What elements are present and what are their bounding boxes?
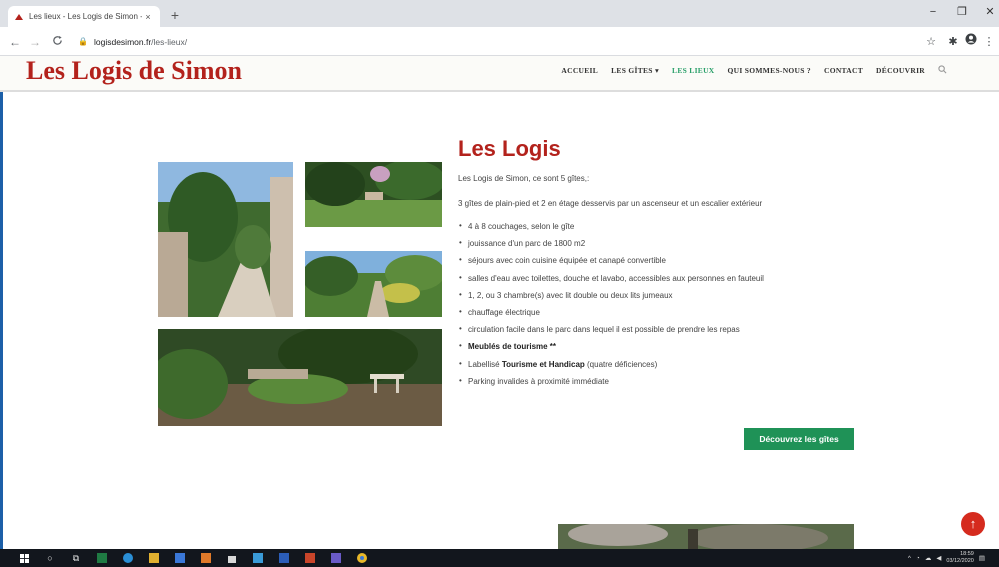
list-item: circulation facile dans le parc dans leq…: [458, 324, 858, 334]
tab-close-icon[interactable]: ×: [142, 12, 154, 22]
clock[interactable]: 18:59 03/12/2020: [946, 551, 974, 565]
meubles-tourisme-label: Meublés de tourisme **: [468, 342, 557, 352]
site-logo[interactable]: Les Logis de Simon: [26, 56, 242, 86]
site-header: Les Logis de Simon ACCUEIL LES GÎTES ▾ L…: [0, 56, 999, 92]
list-item: 1, 2, ou 3 chambre(s) avec lit double ou…: [458, 290, 858, 300]
close-window-button[interactable]: ✕: [978, 2, 999, 22]
word-app-icon[interactable]: [274, 551, 294, 565]
label-suffix: (quatre déficiences): [584, 359, 658, 369]
photo-garden-preview: [558, 524, 854, 549]
tab-title: Les lieux - Les Logis de Simon - L: [29, 12, 142, 21]
file-explorer-icon[interactable]: [144, 551, 164, 565]
back-arrow-icon[interactable]: ←: [6, 33, 24, 51]
url-host: logisdesimon.fr: [94, 36, 152, 47]
search-icon[interactable]: [938, 65, 947, 76]
volume-icon[interactable]: ◀: [936, 554, 941, 562]
new-tab-button[interactable]: +: [166, 6, 184, 24]
notifications-icon[interactable]: ▤: [979, 554, 985, 562]
lock-icon: 🔒: [78, 37, 88, 46]
profile-avatar-icon[interactable]: [962, 33, 980, 51]
list-item: salles d'eau avec toilettes, douche et l…: [458, 273, 858, 283]
lock-app-icon[interactable]: [222, 551, 242, 565]
list-item: Meublés de tourisme **: [458, 341, 858, 352]
photo-garden-alley: [305, 251, 442, 317]
page-left-edge: [0, 92, 3, 549]
list-item: jouissance d'un parc de 1800 m2: [458, 238, 858, 248]
powerpoint-app-icon[interactable]: [300, 551, 320, 565]
windows-start-icon[interactable]: [14, 551, 34, 565]
nav-les-lieux[interactable]: LES LIEUX: [672, 66, 715, 76]
photo-garden-path: [158, 162, 293, 317]
teams-app-icon[interactable]: [326, 551, 346, 565]
label-prefix: Labellisé: [468, 359, 502, 369]
list-item: Parking invalides à proximité immédiate: [458, 376, 858, 386]
reload-icon[interactable]: [48, 33, 66, 51]
network-icon[interactable]: ◔: [916, 555, 920, 562]
excel-app-icon[interactable]: [92, 551, 112, 565]
site-favicon-icon: [14, 12, 24, 22]
list-item: Labellisé Tourisme et Handicap (quatre d…: [458, 359, 858, 369]
bookmark-star-icon[interactable]: ☆: [922, 33, 940, 51]
photo-garden-picnic-tables: [158, 329, 442, 426]
photo-garden-lawn: [305, 162, 442, 227]
url-path: /les-lieux/: [151, 36, 188, 47]
nav-qui-sommes-nous[interactable]: QUI SOMMES-NOUS ?: [728, 66, 811, 76]
photos-app-icon[interactable]: [248, 551, 268, 565]
extensions-puzzle-icon[interactable]: ✱: [944, 33, 962, 51]
chrome-app-icon[interactable]: [352, 551, 372, 565]
browser-toolbar: ← → 🔒 logisdesimon.fr/les-lieux/ ☆ ✱ ⋮: [0, 27, 999, 56]
nav-contact[interactable]: CONTACT: [824, 66, 863, 76]
page-heading: Les Logis: [458, 136, 561, 161]
store-app-icon[interactable]: [170, 551, 190, 565]
minimize-button[interactable]: −: [921, 2, 945, 22]
cloud-icon[interactable]: ☁: [925, 554, 932, 562]
clock-time: 18:59: [960, 551, 974, 557]
tourisme-handicap-label: Tourisme et Handicap: [501, 359, 585, 369]
windows-taskbar: ○ ⧉ ^ ◔ ☁ ◀ 18:59 03/12/2020 ▤: [0, 549, 999, 567]
nav-decouvrir[interactable]: DÉCOUVRIR: [876, 66, 925, 76]
list-item: chauffage électrique: [458, 307, 858, 317]
app-icon-orange[interactable]: [196, 551, 216, 565]
list-item: séjours avec coin cuisine équipée et can…: [458, 255, 858, 265]
search-taskbar-icon[interactable]: ○: [40, 551, 60, 565]
gites-description: 3 gîtes de plain-pied et 2 en étage dess…: [458, 199, 763, 208]
back-to-top-button[interactable]: ↑: [961, 512, 985, 536]
lieux-content: Les Logis Les Logis de Simon, ce sont 5 …: [458, 136, 858, 394]
features-list: 4 à 8 couchages, selon le gîte jouissanc…: [458, 221, 858, 386]
clock-date: 03/12/2020: [946, 558, 974, 564]
edge-app-icon[interactable]: [118, 551, 138, 565]
photo-collage: [158, 162, 442, 426]
maximize-button[interactable]: ❐: [950, 2, 974, 22]
discover-gites-button[interactable]: Découvrez les gîtes: [744, 428, 854, 450]
system-tray: ^ ◔ ☁ ◀ 18:59 03/12/2020 ▤: [908, 549, 985, 567]
browser-tab-strip: Les lieux - Les Logis de Simon - L × + −…: [0, 0, 999, 27]
forward-arrow-icon[interactable]: →: [26, 33, 44, 51]
address-bar[interactable]: 🔒 logisdesimon.fr/les-lieux/: [78, 31, 908, 52]
nav-les-gites[interactable]: LES GÎTES ▾: [611, 66, 659, 76]
tray-overflow-icon[interactable]: ^: [908, 555, 911, 562]
browser-tab[interactable]: Les lieux - Les Logis de Simon - L ×: [8, 6, 160, 27]
list-item: 4 à 8 couchages, selon le gîte: [458, 221, 858, 231]
task-view-icon[interactable]: ⧉: [66, 551, 86, 565]
browser-menu-icon[interactable]: ⋮: [980, 33, 998, 51]
main-navigation: ACCUEIL LES GÎTES ▾ LES LIEUX QUI SOMMES…: [561, 65, 947, 76]
intro-text: Les Logis de Simon, ce sont 5 gîtes,:: [458, 174, 590, 183]
nav-accueil[interactable]: ACCUEIL: [561, 66, 598, 76]
